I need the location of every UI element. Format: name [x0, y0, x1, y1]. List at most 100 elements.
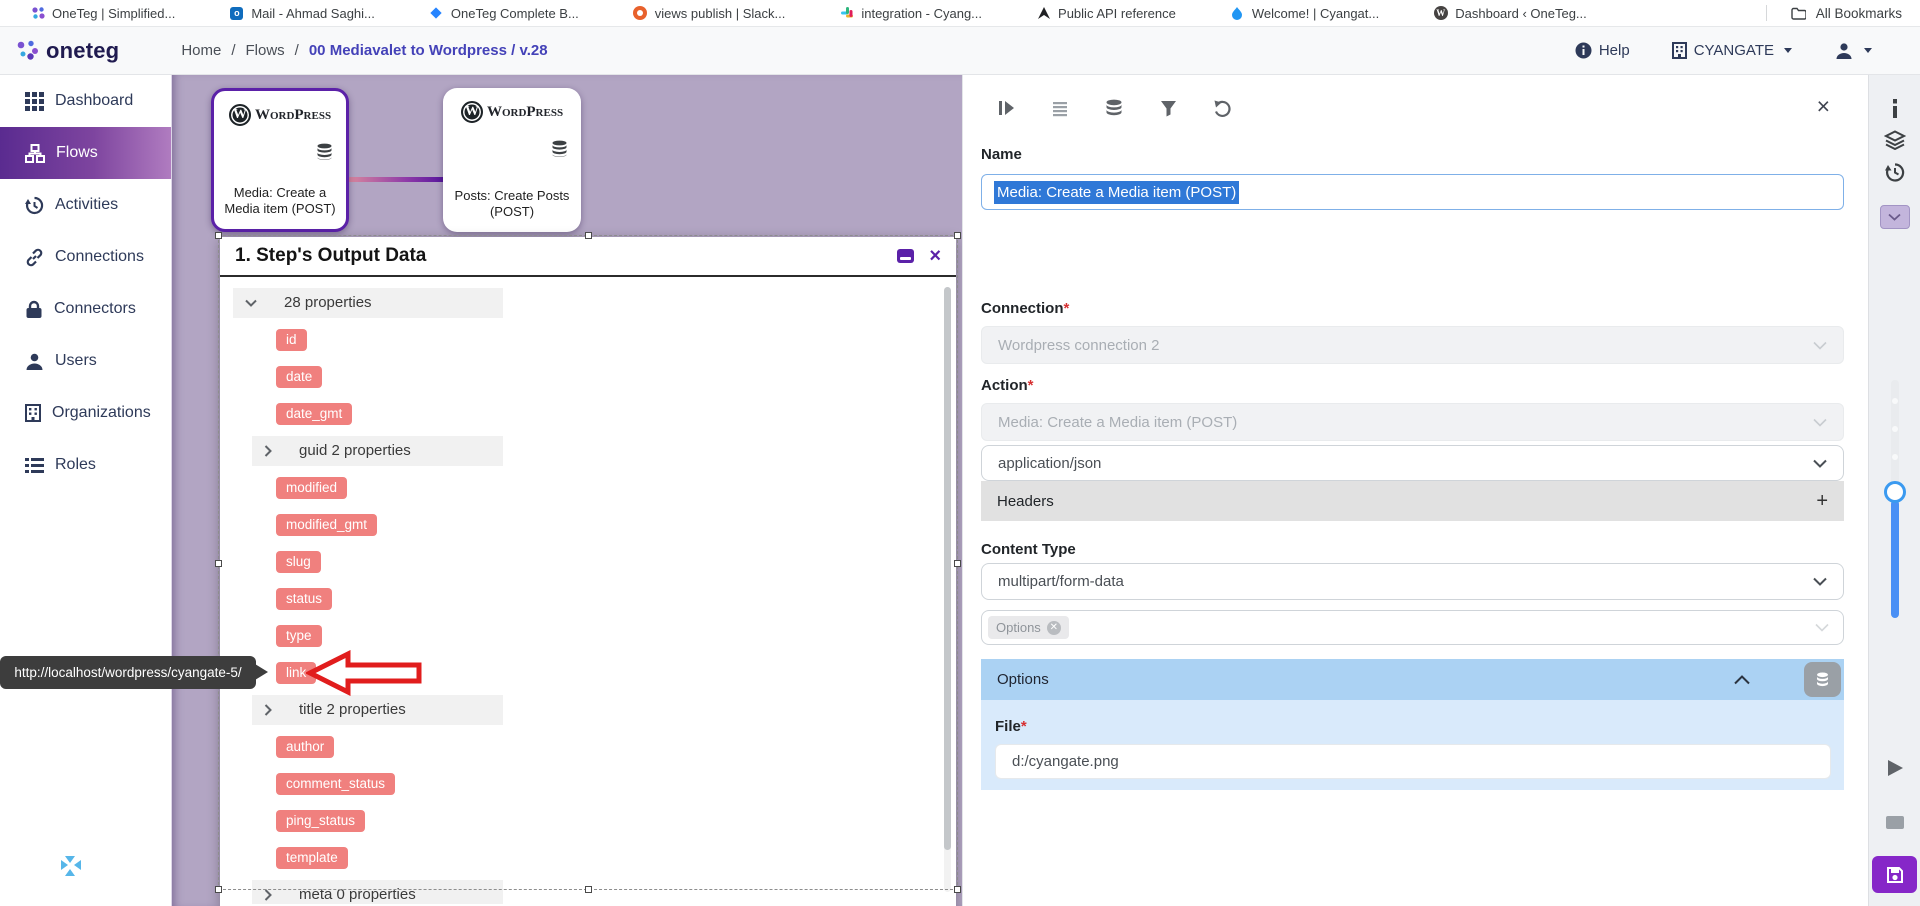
chevron-down-icon	[1813, 577, 1827, 586]
add-header-button[interactable]: +	[1816, 490, 1828, 513]
building-icon	[1672, 42, 1687, 59]
all-bookmarks-button[interactable]: All Bookmarks	[1816, 6, 1902, 21]
close-icon[interactable]: ×	[929, 246, 941, 266]
breadcrumb-home[interactable]: Home	[181, 42, 221, 59]
property-pill-comment-status[interactable]: comment_status	[276, 773, 395, 795]
bookmark-mail[interactable]: o Mail - Ahmad Saghi...	[229, 6, 375, 21]
stop-icon[interactable]	[1886, 816, 1904, 829]
undo-icon[interactable]	[1211, 97, 1233, 119]
chevron-right-icon	[264, 889, 272, 901]
property-pill-ping-status[interactable]: ping_status	[276, 810, 365, 832]
tree-group-meta[interactable]: meta 0 properties	[252, 880, 503, 905]
tree-group-28-properties[interactable]: 28 properties	[233, 288, 503, 318]
org-selector[interactable]: CYANGATE	[1672, 42, 1792, 59]
database-icon[interactable]	[551, 140, 568, 157]
chevron-right-icon	[264, 704, 272, 716]
sidebar-item-users[interactable]: Users	[0, 335, 171, 387]
wordpress-logo: W WordPress	[443, 101, 581, 123]
chevron-down-icon	[1864, 48, 1872, 53]
property-pill-date[interactable]: date	[276, 366, 322, 388]
bookmark-welcome[interactable]: Welcome! | Cyangat...	[1230, 6, 1379, 21]
sidebar-item-activities[interactable]: Activities	[0, 179, 171, 231]
property-pill-status[interactable]: status	[276, 588, 332, 610]
node-title: Media: Create a Media item (POST)	[219, 185, 341, 218]
save-button[interactable]	[1872, 856, 1917, 893]
file-label: File*	[995, 718, 1027, 735]
property-pill-id[interactable]: id	[276, 329, 307, 351]
tree-group-guid[interactable]: guid 2 properties	[252, 436, 503, 466]
options-tag: Options ✕	[988, 616, 1069, 639]
sidebar-item-label: Roles	[55, 456, 96, 474]
scrollbar-thumb[interactable]	[944, 287, 951, 850]
help-button[interactable]: Help	[1575, 42, 1630, 59]
collapse-panel-button[interactable]	[1880, 205, 1910, 229]
scrollbar[interactable]	[944, 287, 951, 892]
chevron-down-icon	[1813, 459, 1827, 468]
diamond-favicon	[429, 6, 444, 21]
oneteg-logo[interactable]: oneteg	[14, 38, 119, 64]
tree-group-title[interactable]: title 2 properties	[252, 695, 503, 725]
bookmark-wp-dashboard[interactable]: W Dashboard ‹ OneTeg...	[1433, 6, 1587, 21]
property-pill-author[interactable]: author	[276, 736, 334, 758]
menu-lines-icon[interactable]	[1049, 97, 1071, 119]
link-icon	[25, 248, 44, 267]
chevron-up-icon[interactable]	[1734, 675, 1750, 685]
bookmark-oneteg-complete[interactable]: OneTeg Complete B...	[429, 6, 579, 21]
data-mapping-button[interactable]	[1804, 662, 1841, 697]
property-pill-type[interactable]: type	[276, 625, 322, 647]
breadcrumb-flows[interactable]: Flows	[246, 42, 285, 59]
flow-node-posts-create[interactable]: W WordPress Posts: Create Posts (POST)	[443, 88, 581, 232]
sidebar-item-dashboard[interactable]: Dashboard	[0, 75, 171, 127]
bookmark-views-publish[interactable]: views publish | Slack...	[633, 6, 786, 21]
sidebar-item-label: Organizations	[52, 404, 151, 422]
oneteg-logo-icon	[14, 38, 40, 64]
sidebar-item-flows[interactable]: Flows	[0, 127, 171, 179]
collapse-view-icon[interactable]	[56, 851, 86, 881]
sidebar-item-label: Connectors	[54, 300, 136, 318]
chevron-down-icon	[1888, 213, 1901, 221]
version-history-icon[interactable]	[1884, 162, 1905, 182]
remove-tag-icon[interactable]: ✕	[1047, 621, 1061, 635]
bookmark-oneteg[interactable]: OneTeg | Simplified...	[30, 6, 175, 21]
wordpress-favicon: W	[1433, 6, 1448, 21]
flow-icon	[25, 144, 45, 163]
property-pill-modified-gmt[interactable]: modified_gmt	[276, 514, 377, 536]
bookmark-label: Mail - Ahmad Saghi...	[251, 6, 375, 21]
options-section-header[interactable]: Options	[981, 659, 1844, 700]
file-input[interactable]: d:/cyangate.png	[995, 744, 1831, 779]
bookmark-label: OneTeg Complete B...	[451, 6, 579, 21]
history-icon	[25, 196, 44, 215]
response-type-dropdown[interactable]: application/json	[981, 445, 1844, 481]
sidebar-item-connections[interactable]: Connections	[0, 231, 171, 283]
user-menu[interactable]	[1834, 41, 1872, 61]
name-input[interactable]: Media: Create a Media item (POST)	[981, 174, 1844, 210]
filter-icon[interactable]	[1157, 97, 1179, 119]
property-pill-template[interactable]: template	[276, 847, 348, 869]
dock-panel-icon[interactable]	[897, 249, 914, 263]
zoom-slider-handle[interactable]	[1884, 481, 1906, 503]
property-pill-date-gmt[interactable]: date_gmt	[276, 403, 352, 425]
database-icon[interactable]	[1103, 97, 1125, 119]
content-type-dropdown[interactable]: multipart/form-data	[981, 563, 1844, 600]
property-pill-modified[interactable]: modified	[276, 477, 347, 499]
run-step-icon[interactable]	[995, 97, 1017, 119]
property-pill-slug[interactable]: slug	[276, 551, 321, 573]
flow-canvas[interactable]: W WordPress Media: Create a Media item (…	[172, 75, 962, 906]
bookmark-integration[interactable]: integration - Cyang...	[839, 6, 982, 21]
sidebar-item-connectors[interactable]: Connectors	[0, 283, 171, 335]
bookmark-label: OneTeg | Simplified...	[52, 6, 175, 21]
headers-section-bar[interactable]: Headers +	[981, 481, 1844, 521]
flow-node-media-create[interactable]: W WordPress Media: Create a Media item (…	[211, 88, 349, 232]
close-icon[interactable]: ×	[1817, 95, 1830, 118]
chevron-right-icon	[264, 445, 272, 457]
layers-icon[interactable]	[1884, 130, 1906, 150]
options-multiselect[interactable]: Options ✕	[981, 610, 1844, 645]
selected-text: Media: Create a Media item (POST)	[994, 181, 1239, 204]
database-icon[interactable]	[316, 143, 333, 160]
sidebar-item-roles[interactable]: Roles	[0, 439, 171, 491]
info-icon[interactable]	[1891, 99, 1899, 118]
bookmark-public-api[interactable]: Public API reference	[1036, 6, 1176, 21]
play-icon[interactable]	[1886, 759, 1904, 777]
sidebar-item-organizations[interactable]: Organizations	[0, 387, 171, 439]
name-label: Name	[981, 146, 1022, 163]
